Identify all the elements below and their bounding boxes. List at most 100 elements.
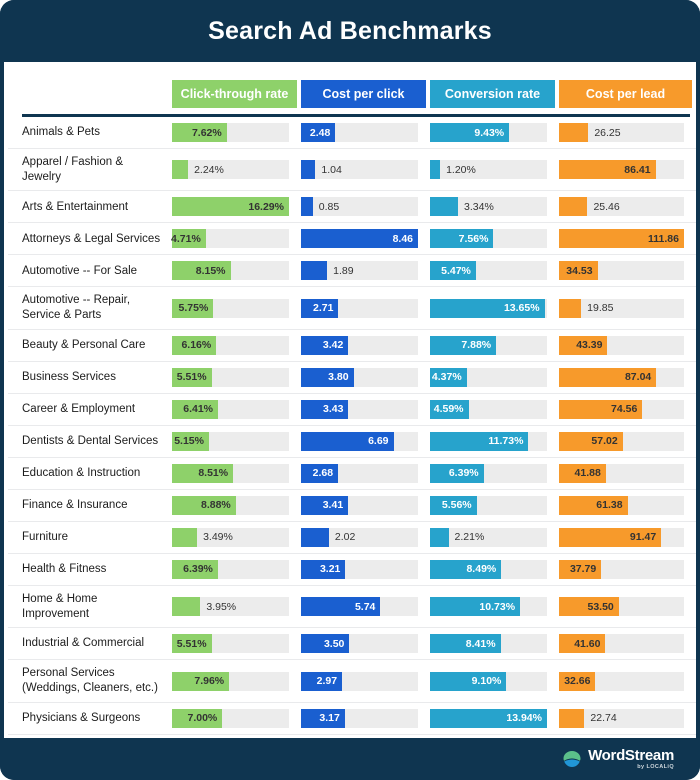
bar-cvr: 4.37% [430, 367, 467, 387]
cell-cvr: 2.21% [430, 522, 555, 553]
bar-track-cpc: 2.48 [301, 123, 418, 142]
bar-track-ctr: 5.15% [172, 431, 289, 451]
bar-track-ctr: 8.88% [172, 495, 289, 515]
bar-ctr: 4.71% [171, 229, 206, 249]
header-click-through-rate[interactable]: Click-through rate [172, 80, 297, 108]
bar-cpl: 41.88 [559, 463, 606, 483]
cell-cpc: 3.17 [301, 703, 426, 734]
bar-ctr: 5.51% [172, 367, 212, 387]
bar-cpl: 53.50 [559, 597, 619, 617]
bar-cvr [430, 527, 449, 547]
bar-ctr: 5.51% [172, 634, 212, 654]
bar-track-cpl: 37.79 [559, 559, 684, 579]
bar-cpc: 3.21 [301, 559, 346, 579]
cell-ctr: 7.96% [172, 660, 297, 701]
bar-track-cpc: 3.21 [301, 559, 418, 579]
bar-ctr: 6.39% [172, 559, 218, 579]
industry-label: Dentists & Dental Services [22, 435, 159, 448]
table-body: Animals & Pets 7.62% 2.48 9.43% 26.25 Apparel… [4, 117, 696, 738]
bar-ctr: 8.51% [172, 463, 234, 483]
bar-track-cpl: 86.41 [559, 160, 684, 180]
infographic-frame: Search Ad Benchmarks Click-through rate … [0, 0, 700, 780]
bar-cpc: 3.50 [301, 634, 350, 654]
bar-cpc: 2.48 [301, 123, 336, 142]
bar-track-cvr: 9.43% [430, 123, 547, 142]
bar-ctr: 7.96% [172, 671, 230, 691]
bar-track-cvr: 10.73% [430, 597, 547, 617]
cell-ctr: 5.51% [172, 362, 297, 393]
cell-cpc: 2.48 [301, 117, 426, 148]
cell-cpl: 22.74 [559, 703, 692, 734]
industry-label: Finance & Insurance [22, 499, 128, 512]
cell-cpc: 6.69 [301, 426, 426, 457]
bar-track-cpl: 91.47 [559, 527, 684, 547]
bar-track-cpc: 2.02 [301, 527, 418, 547]
bar-cvr: 5.47% [430, 261, 476, 281]
cell-cpc: 2.68 [301, 458, 426, 489]
cell-cpl: 43.39 [559, 330, 692, 361]
bar-cpl: 74.56 [559, 399, 643, 419]
bar-value-cpc: 1.04 [321, 163, 342, 176]
industry-label: Attorneys & Legal Services [22, 232, 161, 245]
bar-cpc [301, 160, 316, 180]
bar-value-cvr: 2.21% [454, 531, 485, 544]
bar-cpc [301, 261, 328, 281]
header-cost-per-lead[interactable]: Cost per lead [559, 80, 692, 108]
bar-track-ctr: 3.95% [172, 597, 289, 617]
table-row: Attorneys & Legal Services 4.71% 8.46 7.56%… [8, 223, 696, 256]
industry-label: Physicians & Surgeons [22, 711, 141, 724]
industry-label: Automotive -- For Sale [22, 264, 138, 277]
bar-track-cvr: 8.49% [430, 559, 547, 579]
cell-cvr: 4.59% [430, 394, 555, 425]
bar-value-ctr: 3.49% [203, 531, 233, 544]
cell-cvr: 5.56% [430, 490, 555, 521]
table-row: Career & Employment 6.41% 3.43 4.59% 74.56 [8, 394, 696, 426]
bar-track-cpl: 57.02 [559, 431, 684, 451]
industry-label: Apparel / Fashion & Jewelry [22, 156, 124, 183]
wordstream-logo[interactable]: WordStream by LOCALiQ [562, 748, 674, 771]
bar-ctr [172, 527, 198, 547]
bar-track-cpl: 34.53 [559, 261, 684, 281]
bar-track-cvr: 4.37% [430, 367, 547, 387]
bar-cpc [301, 527, 329, 547]
cell-cvr: 4.37% [430, 362, 555, 393]
cell-cpc: 2.97 [301, 660, 426, 701]
bar-track-ctr: 6.16% [172, 335, 289, 355]
table-row: Beauty & Personal Care 6.16% 3.42 7.88% 43.3… [8, 330, 696, 362]
cell-cpl: 53.50 [559, 586, 692, 627]
bar-track-cpc: 3.17 [301, 708, 418, 728]
bar-ctr: 8.15% [172, 261, 231, 281]
bar-track-cpc: 8.46 [301, 229, 418, 249]
bar-cpc: 2.97 [301, 671, 343, 691]
bar-value-ctr: 3.95% [206, 600, 237, 613]
bar-cpc: 2.68 [301, 463, 339, 483]
header-conversion-rate[interactable]: Conversion rate [430, 80, 555, 108]
bar-track-cpl: 111.86 [559, 229, 684, 249]
bar-track-ctr: 16.29% [172, 197, 289, 217]
cell-ctr: 6.41% [172, 394, 297, 425]
bar-cpc: 3.42 [301, 335, 349, 355]
bar-ctr: 8.88% [172, 495, 236, 515]
table-row: Finance & Insurance 8.88% 3.41 5.56% 61.38 [8, 490, 696, 522]
cell-cpc: 5.74 [301, 586, 426, 627]
bar-ctr: 5.75% [172, 298, 214, 318]
cell-ctr: 8.15% [172, 255, 297, 286]
title-bar: Search Ad Benchmarks [0, 0, 700, 62]
bar-ctr [172, 160, 189, 180]
bar-cpc: 2.71 [301, 298, 339, 318]
cell-cpl: 74.56 [559, 394, 692, 425]
bar-cpl: 43.39 [559, 335, 608, 355]
bar-track-ctr: 7.62% [172, 123, 289, 142]
bar-cpl: 41.60 [559, 634, 606, 654]
bar-track-ctr: 4.71% [171, 229, 289, 249]
table-header-row: Click-through rate Cost per click Conver… [4, 62, 696, 108]
bar-track-cpc: 3.50 [301, 634, 418, 654]
cell-cvr: 1.20% [430, 149, 555, 190]
bar-cvr: 11.73% [430, 431, 529, 451]
bar-value-cvr: 3.34% [464, 200, 494, 213]
bar-ctr [172, 597, 201, 617]
bar-track-cpc: 0.85 [301, 197, 418, 217]
bar-track-cpc: 6.69 [301, 431, 418, 451]
industry-label: Arts & Entertainment [22, 200, 129, 213]
header-cost-per-click[interactable]: Cost per click [301, 80, 426, 108]
